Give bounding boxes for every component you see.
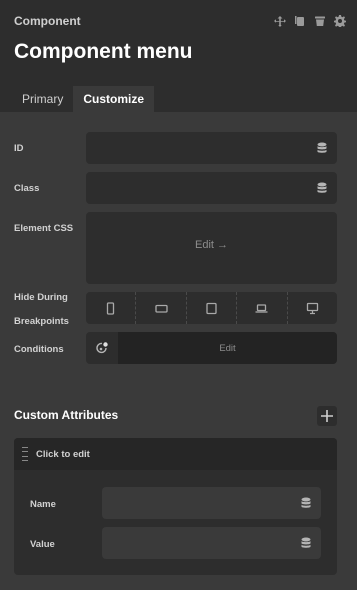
tab-bar: Primary Customize [12, 86, 155, 112]
tab-primary[interactable]: Primary [12, 86, 73, 112]
hide-breakpoints-label-line2: Breakpoints [14, 316, 69, 327]
header-top-bar: Component [14, 12, 347, 30]
laptop-icon[interactable] [237, 292, 288, 324]
page-title: Component menu [14, 40, 193, 63]
attribute-item-head-label: Click to edit [36, 448, 90, 460]
attribute-name-label: Name [30, 499, 56, 510]
database-icon[interactable] [300, 536, 312, 548]
drag-handle-icon[interactable] [22, 447, 28, 461]
id-field[interactable] [86, 132, 337, 164]
tablet-portrait-icon[interactable] [187, 292, 238, 324]
element-css-field[interactable]: Edit → [86, 212, 337, 284]
tab-customize[interactable]: Customize [73, 86, 155, 112]
hide-breakpoints-label-line1: Hide During [14, 292, 68, 303]
add-attribute-button[interactable] [317, 406, 337, 426]
class-label: Class [14, 183, 40, 194]
conditions-edit-button[interactable]: Edit [118, 332, 337, 364]
attribute-name-field[interactable] [102, 487, 321, 519]
attribute-item: Click to edit Name Value [14, 438, 337, 575]
breakpoints-selector [86, 292, 337, 324]
element-css-edit-link[interactable]: Edit → [86, 239, 337, 251]
attribute-value-field[interactable] [102, 527, 321, 559]
custom-attributes-title: Custom Attributes [14, 408, 119, 422]
copy-icon[interactable] [293, 14, 307, 28]
conditions-label: Conditions [14, 344, 64, 355]
attribute-item-header[interactable]: Click to edit [14, 438, 337, 470]
conditions-control: Edit [86, 332, 337, 364]
panel-header: Component Component menu Primary Customi… [0, 0, 357, 112]
gear-icon[interactable] [333, 14, 347, 28]
database-icon[interactable] [316, 181, 328, 193]
header-actions [273, 14, 347, 28]
plus-icon [321, 410, 333, 422]
id-label: ID [14, 143, 24, 154]
attribute-value-label: Value [30, 539, 55, 550]
mobile-portrait-icon[interactable] [86, 292, 137, 324]
trash-icon[interactable] [313, 14, 327, 28]
database-icon[interactable] [316, 141, 328, 153]
element-css-label: Element CSS [14, 223, 74, 234]
conditions-icon[interactable] [86, 332, 118, 364]
database-icon[interactable] [300, 496, 312, 508]
class-field[interactable] [86, 172, 337, 204]
mobile-landscape-icon[interactable] [136, 292, 187, 324]
desktop-icon[interactable] [288, 292, 337, 324]
link-icon[interactable] [273, 14, 287, 28]
component-label: Component [14, 14, 81, 28]
